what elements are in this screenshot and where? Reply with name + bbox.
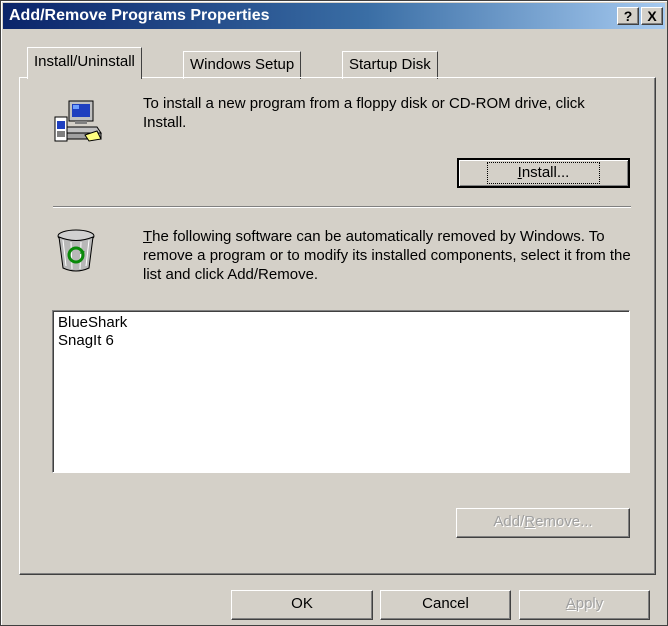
close-button[interactable]: X <box>641 7 663 25</box>
ok-button[interactable]: OK <box>231 590 373 620</box>
tab-windows-setup[interactable]: Windows Setup <box>183 51 302 79</box>
cancel-button[interactable]: Cancel <box>380 590 511 620</box>
apply-button[interactable]: Apply <box>519 590 650 620</box>
title-bar[interactable]: Add/Remove Programs Properties ? X <box>3 3 665 29</box>
help-button[interactable]: ? <box>617 7 639 25</box>
tab-startup-disk[interactable]: Startup Disk <box>342 51 438 79</box>
tab-panel <box>19 77 656 575</box>
properties-dialog: Add/Remove Programs Properties ? X Insta… <box>0 0 668 626</box>
tab-install-uninstall[interactable]: Install/Uninstall <box>27 47 142 79</box>
window-title: Add/Remove Programs Properties <box>9 7 270 24</box>
